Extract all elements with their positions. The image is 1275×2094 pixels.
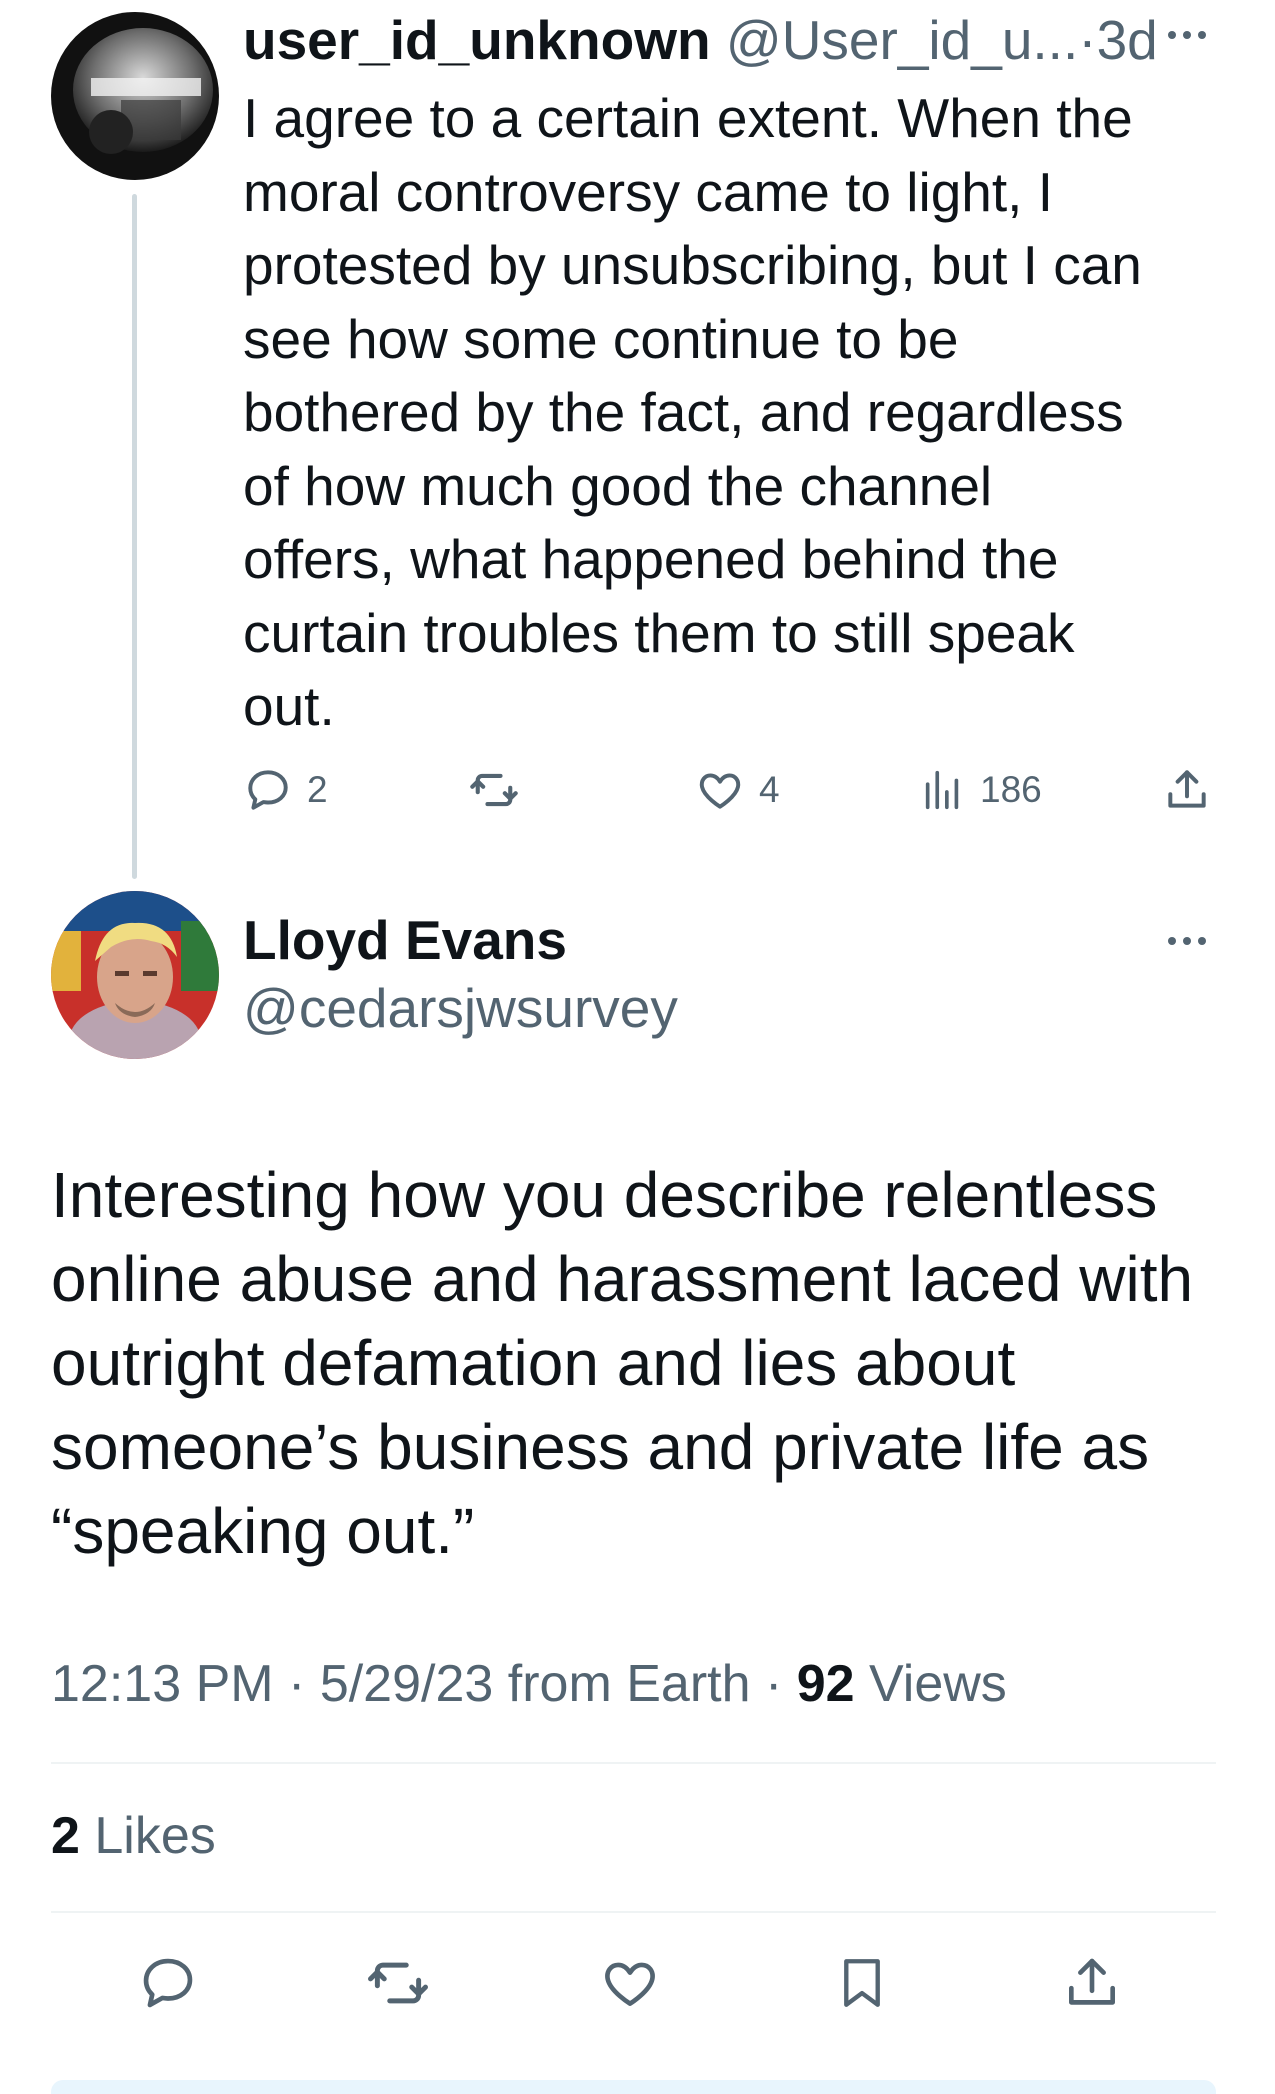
share-button[interactable] <box>1057 1950 1127 2020</box>
repost-button[interactable] <box>363 1950 433 2020</box>
view-count: 186 <box>980 769 1042 810</box>
reply-composer-edge <box>51 2080 1216 2094</box>
likes-label: Likes <box>94 1807 216 1865</box>
tweet-time[interactable]: 12:13 PM <box>51 1655 274 1713</box>
reply-action-like[interactable]: 4 <box>695 760 780 820</box>
views-bar-chart-icon <box>920 767 966 813</box>
views-label: Views <box>869 1655 1007 1713</box>
heart-icon <box>695 765 745 815</box>
divider <box>51 1911 1216 1913</box>
reply-handle[interactable]: @User_id_u... <box>726 9 1078 71</box>
views-count: 92 <box>796 1655 855 1713</box>
reply-action-share[interactable] <box>1162 760 1212 820</box>
share-icon <box>1162 765 1212 815</box>
author-handle[interactable]: @cedarsjwsurvey <box>243 976 678 1040</box>
reply-icon <box>137 1952 199 2019</box>
likes-count: 2 <box>51 1807 80 1865</box>
thread-line <box>132 194 137 879</box>
tweet-text: Interesting how you describe relentless … <box>51 1159 1194 1567</box>
reply-action-repost[interactable] <box>468 760 534 820</box>
bookmark-icon <box>833 1952 891 2019</box>
reply-separator: · <box>1078 9 1097 71</box>
repost-icon <box>468 764 520 816</box>
reply-icon <box>243 765 293 815</box>
bookmark-button[interactable] <box>827 1950 897 2020</box>
stamp-separator: · <box>288 1655 306 1713</box>
stamp-separator-2: · <box>764 1655 783 1713</box>
divider <box>51 1762 1216 1764</box>
reply-count: 2 <box>307 769 328 810</box>
reply-action-views[interactable]: 186 <box>920 760 1042 820</box>
reply-button[interactable] <box>133 1950 203 2020</box>
likes-summary[interactable]: 2 Likes <box>51 1806 216 1866</box>
author-display-name[interactable]: Lloyd Evans <box>243 908 567 972</box>
like-count: 4 <box>759 769 780 810</box>
reply-more-icon[interactable] <box>1164 12 1210 68</box>
share-icon <box>1061 1952 1123 2019</box>
reply-action-reply[interactable]: 2 <box>243 760 328 820</box>
tweet-timestamp: 12:13 PM · 5/29/23 from Earth · 92 Views <box>51 1654 1007 1714</box>
like-button[interactable] <box>595 1950 665 2020</box>
tweet-source: from Earth <box>507 1655 751 1713</box>
reply-display-name[interactable]: user_id_unknown <box>243 9 711 71</box>
reply-age[interactable]: 3d <box>1097 9 1158 71</box>
reply-avatar[interactable] <box>51 12 219 180</box>
reply-text: I agree to a certain extent. When the mo… <box>243 87 1142 737</box>
author-avatar[interactable] <box>51 891 219 1059</box>
tweet-date[interactable]: 5/29/23 <box>320 1655 494 1713</box>
tweet-more-icon[interactable] <box>1164 918 1210 974</box>
repost-icon <box>365 1950 431 2021</box>
reply-header: user_id_unknown @User_id_u...·3d <box>243 8 1158 72</box>
heart-icon <box>599 1952 661 2019</box>
